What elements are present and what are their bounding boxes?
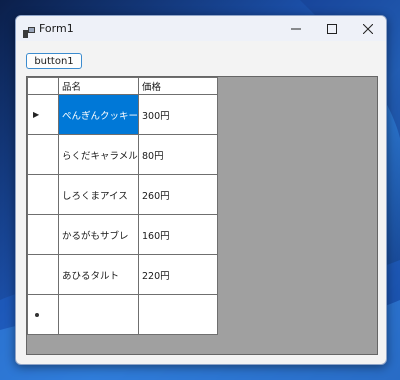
cell-name[interactable]: かるがもサブレ [57, 214, 140, 255]
cell-price[interactable]: 160円 [138, 214, 219, 255]
row-header[interactable] [27, 294, 59, 335]
cell-price[interactable]: 300円 [138, 94, 219, 135]
table-row: らくだキャラメル 80円 [27, 134, 219, 175]
cell-name[interactable] [57, 294, 140, 335]
cell-price[interactable]: 80円 [138, 134, 219, 175]
window-title: Form1 [39, 22, 74, 35]
column-header-name[interactable]: 品名 [57, 77, 140, 95]
table-row: ▶ ぺんぎんクッキー 300円 [27, 94, 219, 135]
cell-name[interactable]: らくだキャラメル [57, 134, 140, 175]
new-row-marker-icon [35, 313, 39, 317]
row-header[interactable] [27, 174, 59, 215]
table-row: かるがもサブレ 160円 [27, 214, 219, 255]
row-header[interactable]: ▶ [27, 94, 59, 135]
data-grid-view[interactable]: 品名 価格 ▶ ぺんぎんクッキー 300円 らくだキャラメル 80円 しろくまア… [26, 76, 378, 355]
top-left-header-cell[interactable] [27, 77, 59, 95]
header-row: 品名 価格 [27, 77, 219, 95]
row-header[interactable] [27, 134, 59, 175]
form-window: Form1 button1 品名 価格 ▶ ぺんぎんクッキー 300円 らくだキ… [15, 15, 387, 365]
maximize-button[interactable] [314, 16, 350, 41]
cell-price[interactable]: 220円 [138, 254, 219, 295]
close-button[interactable] [350, 16, 386, 41]
cell-price[interactable]: 260円 [138, 174, 219, 215]
minimize-icon [291, 19, 301, 38]
cell-price[interactable] [138, 294, 219, 335]
title-bar[interactable]: Form1 [16, 16, 386, 41]
table-row: しろくまアイス 260円 [27, 174, 219, 215]
current-row-marker-icon: ▶ [33, 110, 40, 119]
row-header[interactable] [27, 214, 59, 255]
minimize-button[interactable] [278, 16, 314, 41]
button1[interactable]: button1 [26, 53, 82, 69]
grid-table: 品名 価格 ▶ ぺんぎんクッキー 300円 らくだキャラメル 80円 しろくまア… [27, 77, 219, 335]
cell-name[interactable]: あひるタルト [57, 254, 140, 295]
new-row [27, 294, 219, 335]
maximize-icon [327, 19, 337, 38]
row-header[interactable] [27, 254, 59, 295]
column-header-price[interactable]: 価格 [138, 77, 219, 95]
close-icon [362, 19, 374, 38]
table-row: あひるタルト 220円 [27, 254, 219, 295]
cell-name[interactable]: しろくまアイス [57, 174, 140, 215]
cell-name[interactable]: ぺんぎんクッキー [57, 94, 140, 135]
winforms-app-icon [23, 23, 35, 38]
